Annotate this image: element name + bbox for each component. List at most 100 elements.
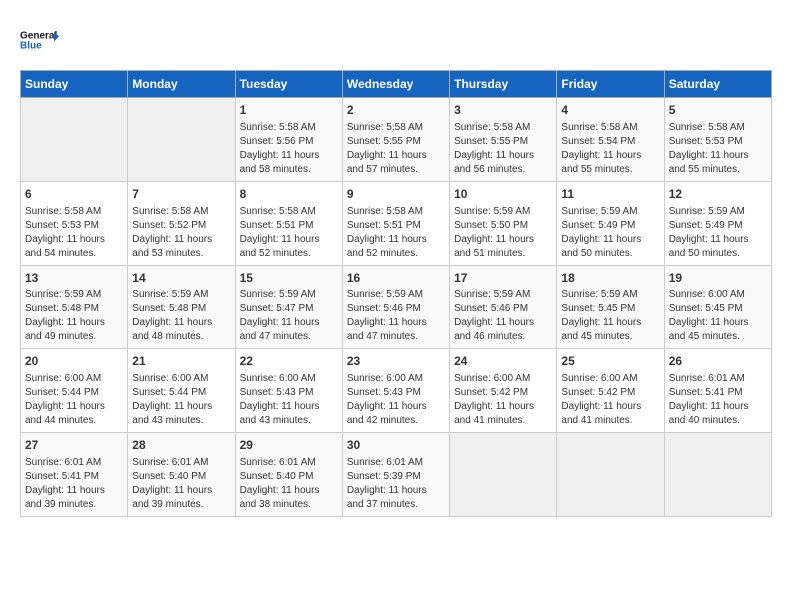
day-info: Sunset: 5:40 PM (240, 470, 338, 484)
day-info: Daylight: 11 hours and 50 minutes. (561, 233, 659, 261)
day-info: Sunset: 5:41 PM (25, 470, 123, 484)
col-header-wednesday: Wednesday (342, 71, 449, 98)
day-info: Daylight: 11 hours and 54 minutes. (25, 233, 123, 261)
svg-text:Blue: Blue (20, 41, 42, 52)
calendar-cell: 21Sunrise: 6:00 AMSunset: 5:44 PMDayligh… (128, 349, 235, 433)
day-info: Daylight: 11 hours and 45 minutes. (561, 316, 659, 344)
calendar-cell: 10 Sunrise: 5:59 AMSunset: 5:50 PMDayligh… (450, 181, 557, 265)
day-info: Sunset: 5:51 PM (240, 219, 338, 233)
day-info: Sunrise: 6:01 AM (132, 456, 230, 470)
day-info: Daylight: 11 hours and 43 minutes. (240, 400, 338, 428)
calendar-cell: 7Sunrise: 5:58 AMSunset: 5:52 PMDaylight… (128, 181, 235, 265)
day-info: Sunset: 5:43 PM (347, 386, 445, 400)
day-info: Sunset: 5:47 PM (240, 302, 338, 316)
day-number: 22 (240, 353, 338, 370)
calendar-cell (21, 98, 128, 182)
day-info: Daylight: 11 hours and 51 minutes. (454, 233, 552, 261)
col-header-saturday: Saturday (664, 71, 771, 98)
week-row-4: 20Sunrise: 6:00 AMSunset: 5:44 PMDayligh… (21, 349, 772, 433)
calendar-cell: 29Sunrise: 6:01 AMSunset: 5:40 PMDayligh… (235, 433, 342, 517)
day-info: Daylight: 11 hours and 47 minutes. (240, 316, 338, 344)
col-header-friday: Friday (557, 71, 664, 98)
day-info: Sunset: 5:56 PM (240, 135, 338, 149)
day-info: Sunset: 5:53 PM (669, 135, 767, 149)
day-info: Daylight: 11 hours and 46 minutes. (454, 316, 552, 344)
day-number: 1 (240, 102, 338, 119)
calendar-cell (557, 433, 664, 517)
day-info: Sunrise: 5:58 AM (347, 121, 445, 135)
day-info: Sunset: 5:48 PM (132, 302, 230, 316)
day-info: Sunset: 5:53 PM (25, 219, 123, 233)
day-number: 19 (669, 270, 767, 287)
day-info: Daylight: 11 hours and 39 minutes. (25, 484, 123, 512)
day-info: Sunset: 5:43 PM (240, 386, 338, 400)
calendar-body: 1Sunrise: 5:58 AMSunset: 5:56 PMDaylight… (21, 98, 772, 517)
calendar-cell: 27 Sunrise: 6:01 AMSunset: 5:41 PMDayligh… (21, 433, 128, 517)
calendar-cell (664, 433, 771, 517)
day-number: 8 (240, 186, 338, 203)
day-number: 14 (132, 270, 230, 287)
day-info: Sunrise: 6:00 AM (25, 372, 123, 386)
calendar-cell: 1Sunrise: 5:58 AMSunset: 5:56 PMDaylight… (235, 98, 342, 182)
calendar-cell: 17Sunrise: 5:59 AMSunset: 5:46 PMDayligh… (450, 265, 557, 349)
day-number: 10 (454, 186, 552, 203)
calendar-cell (128, 98, 235, 182)
day-number: 2 (347, 102, 445, 119)
day-info: Daylight: 11 hours and 56 minutes. (454, 149, 552, 177)
day-info: Sunrise: 5:58 AM (347, 205, 445, 219)
day-info: Sunset: 5:55 PM (347, 135, 445, 149)
day-info: Sunrise: 6:00 AM (454, 372, 552, 386)
day-number: 6 (25, 186, 123, 203)
day-info: Daylight: 11 hours and 52 minutes. (240, 233, 338, 261)
day-number: 23 (347, 353, 445, 370)
day-info: Sunrise: 6:00 AM (669, 288, 767, 302)
day-info: Daylight: 11 hours and 53 minutes. (132, 233, 230, 261)
calendar-cell: 11Sunrise: 5:59 AMSunset: 5:49 PMDayligh… (557, 181, 664, 265)
calendar-cell: 6Sunrise: 5:58 AMSunset: 5:53 PMDaylight… (21, 181, 128, 265)
calendar-cell: 5Sunrise: 5:58 AMSunset: 5:53 PMDaylight… (664, 98, 771, 182)
day-info: Sunrise: 6:00 AM (347, 372, 445, 386)
calendar-cell: 30Sunrise: 6:01 AMSunset: 5:39 PMDayligh… (342, 433, 449, 517)
day-info: Sunrise: 5:59 AM (240, 288, 338, 302)
week-row-3: 13Sunrise: 5:59 AMSunset: 5:48 PMDayligh… (21, 265, 772, 349)
day-info: Daylight: 11 hours and 41 minutes. (454, 400, 552, 428)
day-number: 27 (25, 437, 123, 454)
calendar-cell: 18Sunrise: 5:59 AMSunset: 5:45 PMDayligh… (557, 265, 664, 349)
day-info: Sunrise: 6:01 AM (25, 456, 123, 470)
day-info: Sunrise: 6:01 AM (669, 372, 767, 386)
day-info: Daylight: 11 hours and 44 minutes. (25, 400, 123, 428)
day-info: Sunset: 5:41 PM (669, 386, 767, 400)
day-number: 17 (454, 270, 552, 287)
day-info: Sunrise: 5:58 AM (240, 121, 338, 135)
day-info: Sunset: 5:40 PM (132, 470, 230, 484)
day-info: Sunrise: 6:01 AM (347, 456, 445, 470)
day-info: Sunset: 5:54 PM (561, 135, 659, 149)
day-info: Sunset: 5:39 PM (347, 470, 445, 484)
day-info: Sunrise: 5:58 AM (454, 121, 552, 135)
col-header-monday: Monday (128, 71, 235, 98)
day-info: Daylight: 11 hours and 48 minutes. (132, 316, 230, 344)
calendar-cell: 25Sunrise: 6:00 AMSunset: 5:42 PMDayligh… (557, 349, 664, 433)
day-info: Sunset: 5:50 PM (454, 219, 552, 233)
day-info: Sunrise: 5:59 AM (132, 288, 230, 302)
calendar-cell: 23Sunrise: 6:00 AMSunset: 5:43 PMDayligh… (342, 349, 449, 433)
calendar-cell: 15Sunrise: 5:59 AMSunset: 5:47 PMDayligh… (235, 265, 342, 349)
day-number: 13 (25, 270, 123, 287)
day-info: Daylight: 11 hours and 49 minutes. (25, 316, 123, 344)
day-number: 25 (561, 353, 659, 370)
calendar-cell: 28Sunrise: 6:01 AMSunset: 5:40 PMDayligh… (128, 433, 235, 517)
logo-svg: General Blue (20, 20, 60, 60)
day-info: Daylight: 11 hours and 55 minutes. (561, 149, 659, 177)
day-info: Sunrise: 5:59 AM (25, 288, 123, 302)
day-info: Sunrise: 5:59 AM (454, 205, 552, 219)
day-info: Sunset: 5:52 PM (132, 219, 230, 233)
day-info: Sunrise: 5:59 AM (347, 288, 445, 302)
calendar-cell: 22 Sunrise: 6:00 AMSunset: 5:43 PMDayligh… (235, 349, 342, 433)
calendar-cell (450, 433, 557, 517)
day-number: 20 (25, 353, 123, 370)
day-info: Sunrise: 6:00 AM (240, 372, 338, 386)
day-info: Sunset: 5:48 PM (25, 302, 123, 316)
day-number: 26 (669, 353, 767, 370)
day-number: 3 (454, 102, 552, 119)
week-row-2: 6Sunrise: 5:58 AMSunset: 5:53 PMDaylight… (21, 181, 772, 265)
